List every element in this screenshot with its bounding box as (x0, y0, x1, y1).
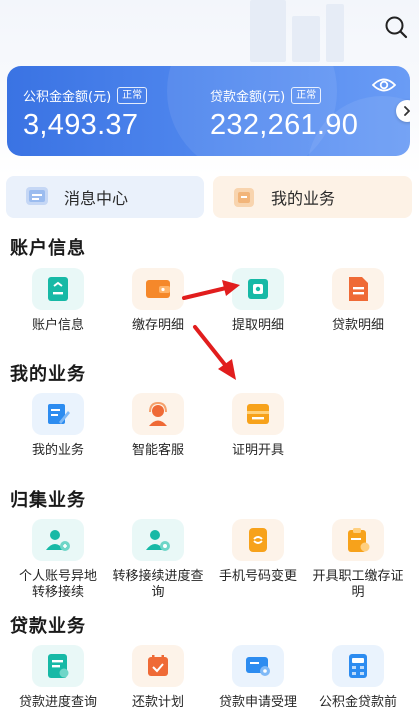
message-center-button[interactable]: 消息中心 (6, 176, 204, 218)
item-label: 开具职工缴存证明 (312, 569, 404, 600)
item-label: 手机号码变更 (218, 569, 297, 584)
decor-block (326, 4, 344, 62)
section-title-loan: 贷款业务 (10, 616, 86, 637)
item-label: 公积金贷款前 (318, 695, 397, 710)
item-label: 转移接续进度查询 (112, 569, 204, 600)
section-title-account: 账户信息 (10, 238, 86, 259)
document-icon (349, 277, 368, 301)
person-transfer-icon (46, 530, 70, 551)
item-label: 提取明细 (231, 318, 284, 333)
decor-block (292, 16, 320, 62)
section-title-business: 我的业务 (10, 364, 86, 385)
item-label: 贷款进度查询 (18, 695, 97, 710)
section-title-collection: 归集业务 (10, 490, 86, 511)
application-card-icon (246, 657, 270, 676)
toggle-visibility-button[interactable] (371, 76, 397, 94)
my-business-quick-button[interactable]: 我的业务 (213, 176, 412, 218)
message-icon (26, 187, 48, 205)
my-business-item[interactable]: 我的业务 (6, 393, 110, 459)
certificate-issue-item[interactable]: 证明开具 (206, 393, 310, 459)
transfer-progress-query-item[interactable]: 转移接续进度查询 (106, 519, 210, 601)
clipboard-icon (348, 528, 370, 552)
edit-document-icon (48, 404, 70, 424)
deposit-certificate-item[interactable]: 开具职工缴存证明 (306, 519, 410, 601)
item-label: 还款计划 (131, 695, 184, 710)
calendar-icon (148, 655, 168, 676)
deposit-details-item[interactable]: 缴存明细 (106, 268, 210, 334)
item-label: 证明开具 (231, 443, 284, 458)
certificate-icon (247, 404, 269, 424)
provident-loan-pre-item[interactable]: 公积金贷款前 (306, 645, 410, 711)
loan-progress-query-item[interactable]: 贷款进度查询 (6, 645, 110, 711)
phone-icon (249, 528, 267, 552)
item-label: 缴存明细 (131, 318, 184, 333)
account-summary-card: 公积金金额(元) 正常 3,493.37 贷款金额(元) 正常 232,261.… (7, 66, 410, 156)
customer-service-icon (149, 401, 167, 426)
item-label: 我的业务 (31, 443, 84, 458)
loan-amount-label: 贷款金额(元) (210, 90, 286, 105)
item-label: 智能客服 (131, 443, 184, 458)
repayment-plan-item[interactable]: 还款计划 (106, 645, 210, 711)
search-button[interactable] (383, 14, 409, 40)
item-label: 贷款申请受理 (218, 695, 297, 710)
calculator-icon (349, 654, 367, 678)
loan-application-item[interactable]: 贷款申请受理 (206, 645, 310, 711)
message-center-label: 消息中心 (64, 189, 129, 208)
account-info-item[interactable]: 账户信息 (6, 268, 110, 334)
person-progress-icon (146, 530, 170, 551)
provident-fund-label: 公积金金额(元) (23, 90, 112, 105)
chevron-right-icon (404, 106, 410, 116)
phone-change-item[interactable]: 手机号码变更 (206, 519, 310, 585)
item-label: 贷款明细 (331, 318, 384, 333)
wallet-icon (146, 280, 170, 298)
withdrawal-icon (248, 279, 268, 299)
eye-icon (371, 78, 397, 92)
business-folder-icon (234, 188, 254, 207)
smart-service-item[interactable]: 智能客服 (106, 393, 210, 459)
item-label: 账户信息 (31, 318, 84, 333)
provident-fund-value: 3,493.37 (23, 109, 139, 141)
progress-document-icon (48, 654, 69, 678)
remote-account-transfer-item[interactable]: 个人账号异地转移接续 (6, 519, 110, 601)
loan-balance: 贷款金额(元) 正常 232,261.90 (210, 86, 358, 142)
account-card-icon (48, 277, 68, 301)
my-business-quick-label: 我的业务 (271, 189, 336, 208)
search-icon (385, 16, 408, 39)
status-badge: 正常 (117, 87, 148, 104)
loan-details-item[interactable]: 贷款明细 (306, 268, 410, 334)
decor-block (250, 0, 286, 62)
status-badge: 正常 (291, 87, 322, 104)
loan-amount-value: 232,261.90 (210, 109, 359, 141)
provident-fund-balance: 公积金金额(元) 正常 3,493.37 (23, 86, 148, 142)
item-label: 个人账号异地转移接续 (18, 569, 97, 600)
withdrawal-details-item[interactable]: 提取明细 (206, 268, 310, 334)
